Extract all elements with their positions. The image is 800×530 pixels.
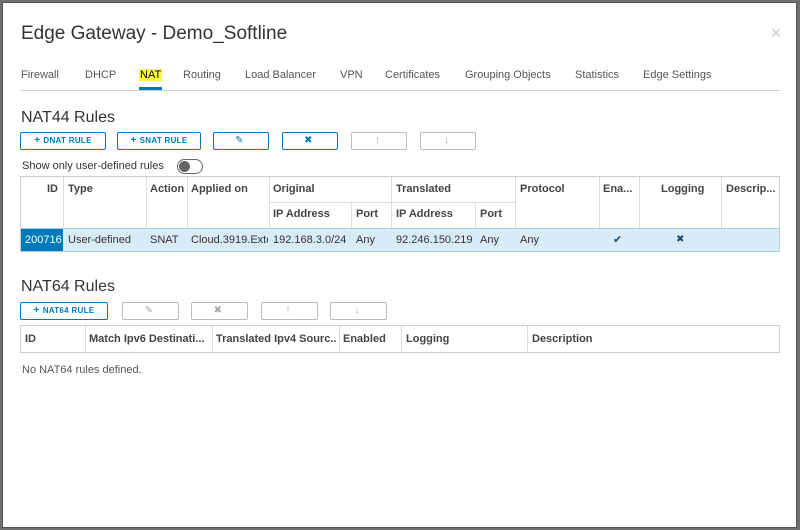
nat64-rules-grid: ID Match Ipv6 Destinati... Translated Ip… (20, 325, 780, 353)
nat64-title: NAT64 Rules (21, 278, 115, 295)
row-applied-on: Cloud.3919.Exte (191, 234, 268, 246)
col-original-port[interactable]: Port (356, 208, 378, 220)
col-original: Original (273, 183, 315, 195)
col-enabled[interactable]: Ena... (603, 183, 632, 195)
nat64-col-enabled[interactable]: Enabled (343, 333, 386, 345)
tab-routing[interactable]: Routing (183, 69, 221, 90)
col-action[interactable]: Action (150, 183, 184, 195)
tab-nat[interactable]: NAT (139, 69, 163, 90)
col-description[interactable]: Descrip... (726, 183, 776, 195)
row-action: SNAT (150, 234, 179, 246)
col-type[interactable]: Type (68, 183, 93, 195)
check-icon: ✔ (613, 234, 623, 246)
col-translated-port[interactable]: Port (480, 208, 502, 220)
edge-gateway-dialog: Edge Gateway - Demo_Softline × Firewall … (2, 2, 797, 528)
close-icon[interactable]: × (768, 24, 784, 42)
col-logging[interactable]: Logging (661, 183, 704, 195)
nat64-col-description[interactable]: Description (532, 333, 593, 345)
tab-certificates[interactable]: Certificates (385, 69, 440, 90)
user-defined-toggle[interactable] (177, 159, 203, 174)
arrow-down-icon: ↓ (443, 135, 450, 146)
nat64-col-match[interactable]: Match Ipv6 Destinati... (89, 333, 210, 345)
plus-icon: + (34, 135, 41, 146)
nat64-delete-button[interactable]: ✖ (191, 302, 248, 320)
delete-icon: ✖ (213, 305, 223, 316)
row-translated-ip: 92.246.150.219 (396, 234, 473, 246)
row-original-port: Any (356, 234, 375, 246)
add-dnat-rule-button[interactable]: + DNAT RULE (20, 132, 106, 150)
move-down-button[interactable]: ↓ (420, 132, 476, 150)
nat44-title: NAT44 Rules (21, 109, 115, 126)
arrow-up-icon: ↑ (285, 305, 291, 316)
tab-grouping-objects[interactable]: Grouping Objects (465, 69, 551, 90)
nat64-col-id[interactable]: ID (25, 333, 36, 345)
nat64-empty-message: No NAT64 rules defined. (22, 364, 142, 376)
row-original-ip: 192.168.3.0/24 (273, 234, 347, 246)
row-protocol: Any (520, 234, 539, 246)
plus-icon: + (33, 305, 40, 316)
col-protocol[interactable]: Protocol (520, 183, 565, 195)
plus-icon: + (130, 135, 137, 146)
move-up-button[interactable]: ↑ (351, 132, 407, 150)
col-id[interactable]: ID (47, 183, 58, 195)
col-translated: Translated (396, 183, 452, 195)
nat64-col-logging[interactable]: Logging (406, 333, 449, 345)
tab-edge-settings[interactable]: Edge Settings (643, 69, 712, 90)
nat64-col-translated[interactable]: Translated Ipv4 Sourc... (216, 333, 337, 345)
dialog-title: Edge Gateway - Demo_Softline (21, 23, 288, 44)
add-snat-rule-button[interactable]: + SNAT RULE (117, 132, 201, 150)
nat64-move-down-button[interactable]: ↓ (330, 302, 387, 320)
tab-dhcp[interactable]: DHCP (85, 69, 116, 90)
arrow-down-icon: ↓ (354, 305, 360, 316)
nat64-edit-button[interactable]: ✎ (122, 302, 179, 320)
tab-statistics[interactable]: Statistics (575, 69, 619, 90)
edit-icon: ✎ (144, 305, 154, 316)
toggle-knob (179, 161, 190, 172)
col-original-ip[interactable]: IP Address (273, 208, 330, 220)
edit-icon: ✎ (235, 135, 244, 146)
row-translated-port: Any (480, 234, 499, 246)
user-defined-toggle-label: Show only user-defined rules (22, 160, 164, 172)
tab-vpn[interactable]: VPN (340, 69, 363, 90)
col-applied-on[interactable]: Applied on (191, 183, 248, 195)
tab-load-balancer[interactable]: Load Balancer (245, 69, 316, 90)
arrow-up-icon: ↑ (374, 135, 381, 146)
delete-icon: ✖ (304, 135, 313, 146)
add-nat64-rule-button[interactable]: + NAT64 RULE (20, 302, 108, 320)
nat64-move-up-button[interactable]: ↑ (261, 302, 318, 320)
edit-rule-button[interactable]: ✎ (213, 132, 269, 150)
col-translated-ip[interactable]: IP Address (396, 208, 453, 220)
tab-firewall[interactable]: Firewall (21, 69, 59, 90)
x-icon: ✖ (676, 234, 685, 245)
tab-bar: Firewall DHCP NAT Routing Load Balancer … (21, 67, 780, 91)
row-id: 200716 (25, 234, 62, 246)
nat44-rules-grid: ID Type Action Applied on Original Trans… (20, 176, 780, 252)
row-type: User-defined (68, 234, 131, 246)
delete-rule-button[interactable]: ✖ (282, 132, 338, 150)
